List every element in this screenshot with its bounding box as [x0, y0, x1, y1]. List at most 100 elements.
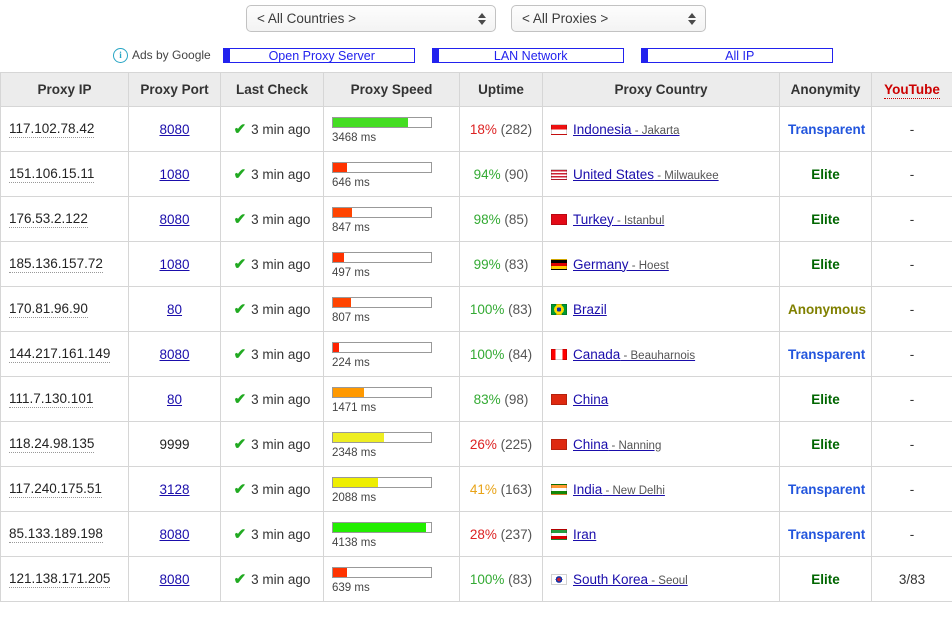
speed-wrapper: 497 ms: [332, 250, 451, 279]
cell-proxy-country: Iran: [543, 512, 780, 557]
proxy-port-value[interactable]: 80: [167, 392, 182, 407]
country-name: Brazil: [573, 302, 607, 317]
uptime-percent: 28%: [470, 527, 497, 542]
country-link[interactable]: United States - Milwaukee: [573, 167, 719, 182]
header-last-check[interactable]: Last Check: [221, 73, 324, 107]
proxy-port-value[interactable]: 8080: [159, 212, 189, 227]
last-check-value: 3 min ago: [251, 572, 310, 587]
uptime-percent: 100%: [470, 572, 505, 587]
cell-proxy-speed: 2088 ms: [324, 467, 460, 512]
header-proxy-country[interactable]: Proxy Country: [543, 73, 780, 107]
ad-link-open-proxy-server[interactable]: Open Proxy Server: [223, 48, 415, 63]
proxy-port-value[interactable]: 1080: [159, 167, 189, 182]
proxy-ip-value: 111.7.130.101: [9, 391, 93, 408]
country-select[interactable]: < All Countries >: [246, 5, 496, 32]
country-link[interactable]: Canada - Beauharnois: [573, 347, 695, 362]
cell-proxy-country: Germany - Hoest: [543, 242, 780, 287]
header-proxy-ip[interactable]: Proxy IP: [1, 73, 129, 107]
cell-last-check: ✔3 min ago: [221, 242, 324, 287]
cell-last-check: ✔3 min ago: [221, 287, 324, 332]
speed-wrapper: 646 ms: [332, 160, 451, 189]
country-link[interactable]: Turkey - Istanbul: [573, 212, 664, 227]
proxy-select[interactable]: < All Proxies >: [511, 5, 706, 32]
header-uptime[interactable]: Uptime: [460, 73, 543, 107]
cell-anonymity: Anonymous: [780, 287, 872, 332]
proxy-port-value[interactable]: 8080: [159, 347, 189, 362]
cell-proxy-port: 8080: [129, 512, 221, 557]
speed-bar-fill: [333, 163, 347, 172]
cell-uptime: 99% (83): [460, 242, 543, 287]
speed-bar: [332, 432, 432, 443]
uptime-count: (98): [504, 392, 528, 407]
proxy-filter[interactable]: < All Proxies >: [511, 5, 706, 32]
country-link[interactable]: Iran: [573, 527, 596, 542]
country-name: Iran: [573, 527, 596, 542]
cell-proxy-ip: 176.53.2.122: [1, 197, 129, 242]
country-link[interactable]: Indonesia - Jakarta: [573, 122, 680, 137]
info-icon[interactable]: i: [113, 48, 128, 63]
speed-ms-value: 646 ms: [332, 177, 451, 189]
cell-last-check: ✔3 min ago: [221, 377, 324, 422]
cell-youtube: -: [872, 287, 952, 332]
cell-uptime: 83% (98): [460, 377, 543, 422]
cell-uptime: 28% (237): [460, 512, 543, 557]
flag-ir-icon: [551, 529, 567, 540]
country-name: Turkey: [573, 212, 614, 227]
speed-ms-value: 1471 ms: [332, 402, 451, 414]
ad-link-lan-network[interactable]: LAN Network: [432, 48, 624, 63]
flag-cn-icon: [551, 394, 567, 405]
proxy-port-value[interactable]: 80: [167, 302, 182, 317]
country-link[interactable]: India - New Delhi: [573, 482, 665, 497]
ad-link-all-ip[interactable]: All IP: [641, 48, 833, 63]
last-check-value: 3 min ago: [251, 482, 310, 497]
cell-proxy-port: 80: [129, 287, 221, 332]
checkmark-icon: ✔: [234, 166, 247, 183]
ads-row: i Ads by Google Open Proxy Server LAN Ne…: [0, 40, 952, 70]
proxy-port-value[interactable]: 8080: [159, 527, 189, 542]
header-anonymity[interactable]: Anonymity: [780, 73, 872, 107]
header-proxy-port[interactable]: Proxy Port: [129, 73, 221, 107]
header-proxy-speed[interactable]: Proxy Speed: [324, 73, 460, 107]
speed-wrapper: 807 ms: [332, 295, 451, 324]
proxy-port-value[interactable]: 8080: [159, 122, 189, 137]
cell-uptime: 100% (83): [460, 557, 543, 602]
city-name: - New Delhi: [602, 485, 665, 497]
speed-ms-value: 807 ms: [332, 312, 451, 324]
cell-anonymity: Transparent: [780, 467, 872, 512]
country-link[interactable]: China: [573, 392, 608, 407]
speed-ms-value: 639 ms: [332, 582, 451, 594]
proxy-ip-value: 117.240.175.51: [9, 481, 102, 498]
checkmark-icon: ✔: [234, 526, 247, 543]
country-link[interactable]: South Korea - Seoul: [573, 572, 688, 587]
last-check-value: 3 min ago: [251, 347, 310, 362]
country-filter[interactable]: < All Countries >: [246, 5, 496, 32]
cell-anonymity: Elite: [780, 242, 872, 287]
cell-proxy-port: 80: [129, 377, 221, 422]
uptime-count: (163): [501, 482, 533, 497]
proxy-port-value[interactable]: 8080: [159, 572, 189, 587]
country-link[interactable]: Brazil: [573, 302, 607, 317]
cell-uptime: 94% (90): [460, 152, 543, 197]
last-check-value: 3 min ago: [251, 122, 310, 137]
cell-proxy-port: 8080: [129, 332, 221, 377]
cell-proxy-ip: 117.240.175.51: [1, 467, 129, 512]
proxy-port-value[interactable]: 3128: [159, 482, 189, 497]
header-youtube[interactable]: YouTube: [872, 73, 952, 107]
flag-kr-icon: [551, 574, 567, 585]
table-row: 176.53.2.1228080✔3 min ago847 ms98% (85)…: [1, 197, 952, 242]
filter-bar: < All Countries > < All Proxies >: [0, 0, 952, 40]
speed-wrapper: 3468 ms: [332, 115, 451, 144]
last-check-value: 3 min ago: [251, 527, 310, 542]
uptime-percent: 83%: [474, 392, 501, 407]
country-link[interactable]: China - Nanning: [573, 437, 661, 452]
cell-proxy-ip: 144.217.161.149: [1, 332, 129, 377]
cell-proxy-port: 1080: [129, 242, 221, 287]
speed-bar-fill: [333, 253, 344, 262]
country-link[interactable]: Germany - Hoest: [573, 257, 669, 272]
cell-proxy-country: Brazil: [543, 287, 780, 332]
proxy-port-value[interactable]: 1080: [159, 257, 189, 272]
cell-uptime: 26% (225): [460, 422, 543, 467]
cell-anonymity: Elite: [780, 422, 872, 467]
cell-proxy-ip: 117.102.78.42: [1, 107, 129, 152]
uptime-count: (225): [501, 437, 533, 452]
